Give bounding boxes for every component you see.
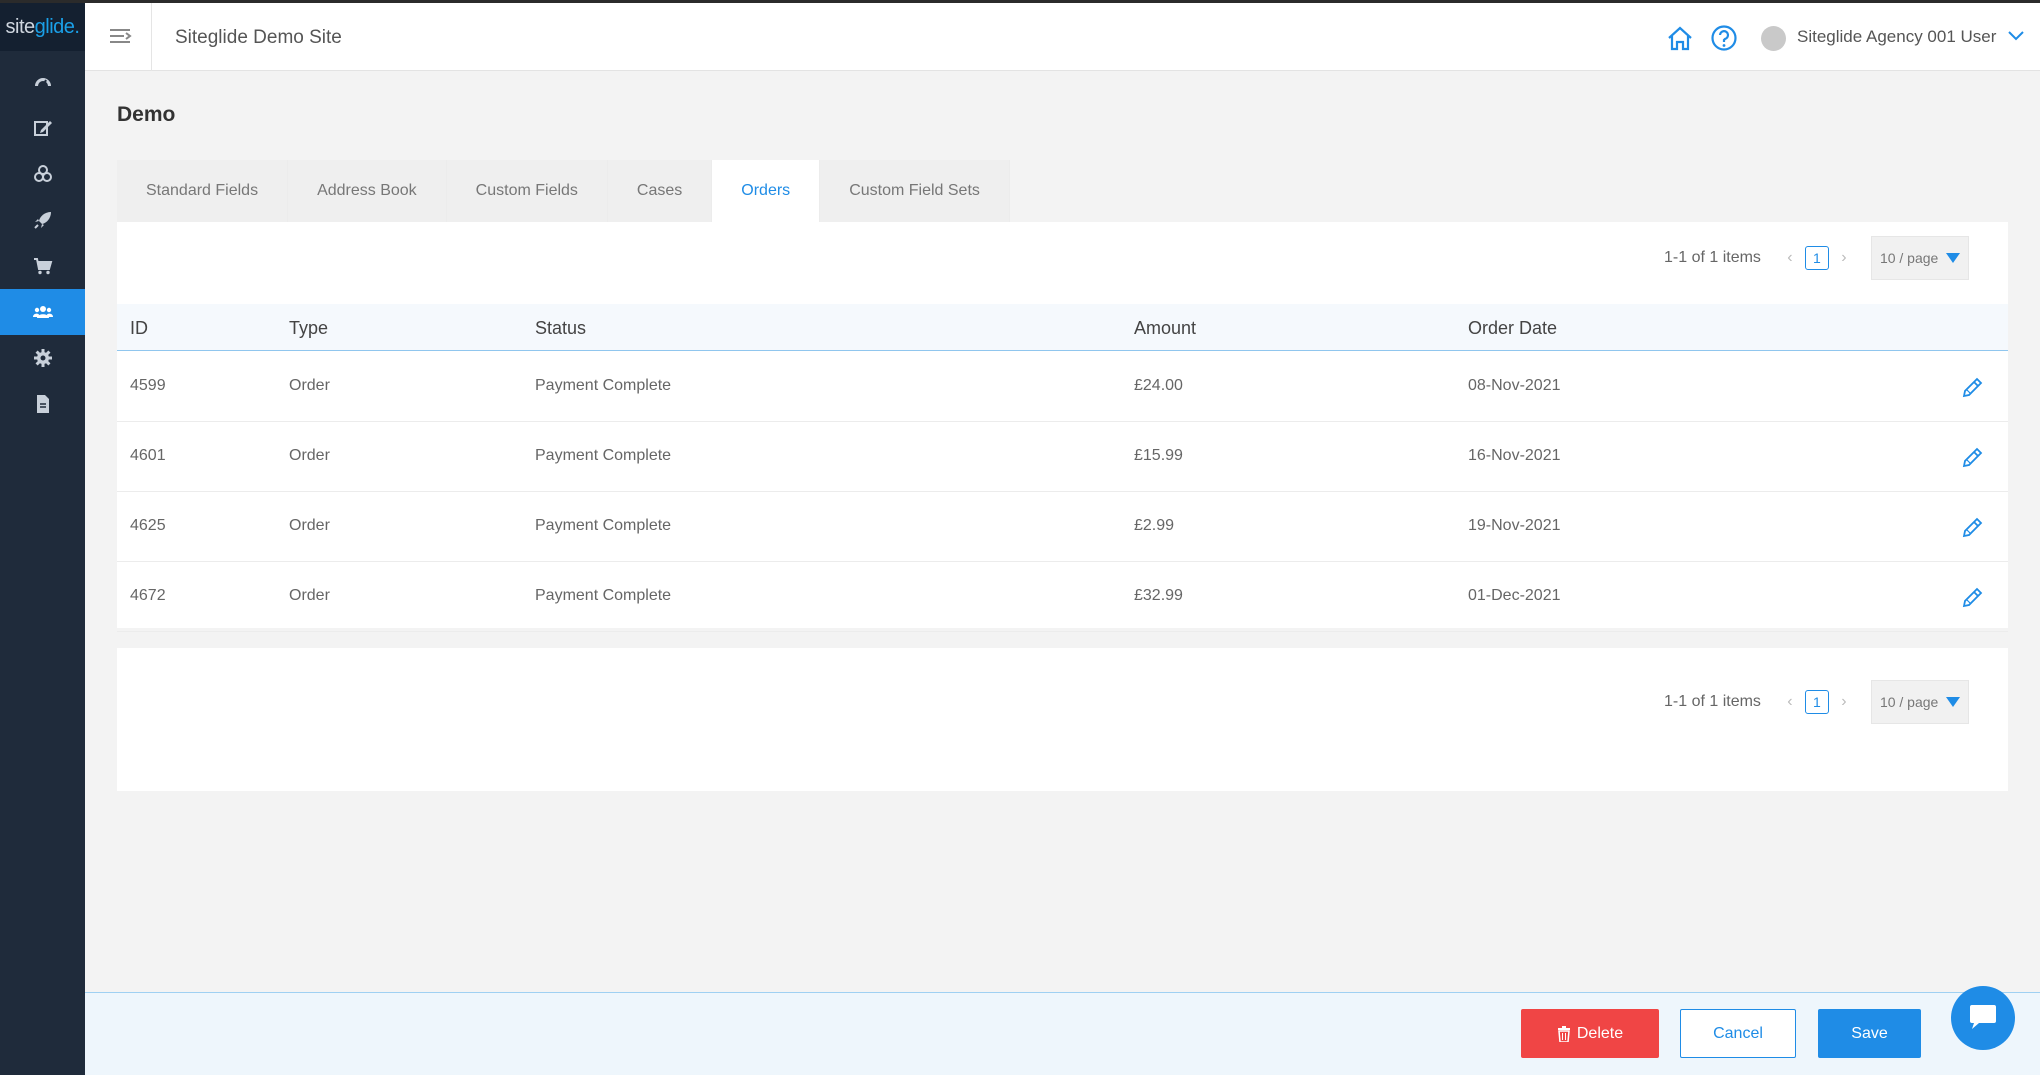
cell-amount: £15.99: [1134, 447, 1183, 464]
cart-icon: [33, 258, 52, 275]
delete-button-label: Delete: [1576, 1024, 1624, 1042]
pencil-icon[interactable]: [1960, 446, 1984, 470]
column-header-status[interactable]: Status: [535, 318, 586, 339]
page-size-value: 10 / page: [1879, 250, 1939, 266]
document-icon: [36, 395, 49, 413]
cell-status: Payment Complete: [535, 587, 672, 604]
sidebar-item-crm[interactable]: [0, 289, 85, 335]
tab-orders[interactable]: Orders: [712, 160, 821, 222]
tab-address-book[interactable]: Address Book: [288, 160, 447, 222]
table-row: 4601 Order Payment Complete £15.99 16-No…: [117, 422, 2008, 492]
pagination-top: 1-1 of 1 items ‹ 1 › 10 / page: [1664, 236, 1969, 280]
home-icon[interactable]: [1665, 23, 1695, 53]
cell-status: Payment Complete: [535, 517, 672, 534]
sidebar-item-settings[interactable]: [0, 335, 85, 381]
pencil-icon[interactable]: [1960, 376, 1984, 400]
menu-toggle-icon[interactable]: [107, 23, 133, 49]
cell-type: Order: [289, 377, 330, 394]
logo-text-highlight: glide: [34, 15, 75, 38]
header: Siteglide Demo Site Siteglide Agency 001…: [85, 3, 2040, 71]
column-header-amount[interactable]: Amount: [1134, 318, 1196, 339]
cell-type: Order: [289, 517, 330, 534]
rocket-icon: [33, 212, 51, 229]
action-footer: Delete Cancel Save: [85, 992, 2040, 1075]
cell-type: Order: [289, 587, 330, 604]
avatar[interactable]: [1761, 26, 1786, 51]
pagination-card: 1-1 of 1 items ‹ 1 › 10 / page: [117, 648, 2008, 791]
chat-button[interactable]: [1951, 986, 2015, 1050]
sidebar-item-dashboard[interactable]: [0, 59, 85, 105]
save-button[interactable]: Save: [1818, 1009, 1921, 1058]
cell-amount: £24.00: [1134, 377, 1183, 394]
page-size-value: 10 / page: [1879, 694, 1939, 710]
cell-id: 4625: [130, 517, 166, 534]
column-header-order-date[interactable]: Order Date: [1468, 318, 1557, 339]
table-header: ID Type Status Amount Order Date: [117, 304, 2008, 351]
site-title: Siteglide Demo Site: [175, 27, 342, 48]
pagination-count: 1-1 of 1 items: [1664, 693, 1761, 710]
caret-down-icon: [1946, 253, 1961, 263]
table-row: 4599 Order Payment Complete £24.00 08-No…: [117, 352, 2008, 422]
tab-standard-fields[interactable]: Standard Fields: [117, 160, 289, 222]
sidebar-item-modules[interactable]: [0, 151, 85, 197]
edit-icon: [33, 121, 52, 136]
pagination-bottom: 1-1 of 1 items ‹ 1 › 10 / page: [1664, 680, 1969, 724]
cell-order-date: 16-Nov-2021: [1468, 447, 1561, 464]
sidebar-item-ecommerce[interactable]: [0, 243, 85, 289]
table-row: 4672 Order Payment Complete £32.99 01-De…: [117, 562, 2008, 632]
cell-amount: £2.99: [1134, 517, 1175, 534]
sidebar: site glide.: [0, 3, 85, 1075]
orders-card: 1-1 of 1 items ‹ 1 › 10 / page ID Type S…: [117, 222, 2008, 632]
cell-id: 4672: [130, 587, 166, 604]
help-icon[interactable]: [1709, 23, 1739, 53]
page-size-select[interactable]: 10 / page: [1870, 680, 1969, 724]
table-row: 4625 Order Payment Complete £2.99 19-Nov…: [117, 492, 2008, 562]
cell-id: 4599: [130, 377, 166, 394]
sidebar-item-publish[interactable]: [0, 197, 85, 243]
tab-cases[interactable]: Cases: [607, 160, 713, 222]
logo-text-suffix: .: [74, 15, 80, 38]
column-header-type[interactable]: Type: [289, 318, 328, 339]
delete-button[interactable]: Delete: [1521, 1009, 1659, 1058]
page-number-button[interactable]: 1: [1804, 690, 1829, 714]
chevron-down-icon[interactable]: [2007, 29, 2025, 43]
cell-order-date: 19-Nov-2021: [1468, 517, 1561, 534]
tab-custom-field-sets[interactable]: Custom Field Sets: [820, 160, 1010, 222]
gear-icon: [33, 349, 52, 367]
sidebar-item-documentation[interactable]: [0, 381, 85, 427]
header-divider: [151, 3, 152, 71]
tab-bar: Standard Fields Address Book Custom Fiel…: [117, 160, 1010, 222]
cell-status: Payment Complete: [535, 377, 672, 394]
page-title: Demo: [117, 103, 176, 126]
users-icon: [32, 306, 53, 318]
logo-text-prefix: site: [5, 15, 36, 38]
next-page-icon[interactable]: ›: [1837, 249, 1851, 267]
cell-type: Order: [289, 447, 330, 464]
cell-status: Payment Complete: [535, 447, 672, 464]
next-page-icon[interactable]: ›: [1837, 693, 1851, 711]
page-size-select[interactable]: 10 / page: [1870, 236, 1969, 280]
cell-order-date: 08-Nov-2021: [1468, 377, 1561, 394]
modules-icon: [33, 165, 52, 182]
trash-icon: [1557, 1025, 1570, 1042]
pencil-icon[interactable]: [1960, 516, 1984, 540]
prev-page-icon[interactable]: ‹: [1783, 249, 1797, 267]
cell-id: 4601: [130, 447, 166, 464]
caret-down-icon: [1946, 697, 1961, 707]
prev-page-icon[interactable]: ‹: [1783, 693, 1797, 711]
logo[interactable]: site glide.: [0, 3, 85, 51]
dashboard-icon: [34, 78, 51, 87]
cancel-button[interactable]: Cancel: [1680, 1009, 1796, 1058]
sidebar-item-content[interactable]: [0, 105, 85, 151]
chat-icon: [1970, 1005, 1996, 1029]
cell-order-date: 01-Dec-2021: [1468, 587, 1561, 604]
cell-amount: £32.99: [1134, 587, 1183, 604]
pencil-icon[interactable]: [1960, 586, 1984, 610]
page-number-button[interactable]: 1: [1804, 246, 1829, 270]
user-menu-name[interactable]: Siteglide Agency 001 User: [1797, 27, 1996, 47]
column-header-id[interactable]: ID: [130, 318, 148, 339]
tab-custom-fields[interactable]: Custom Fields: [446, 160, 608, 222]
pagination-count: 1-1 of 1 items: [1664, 249, 1761, 266]
